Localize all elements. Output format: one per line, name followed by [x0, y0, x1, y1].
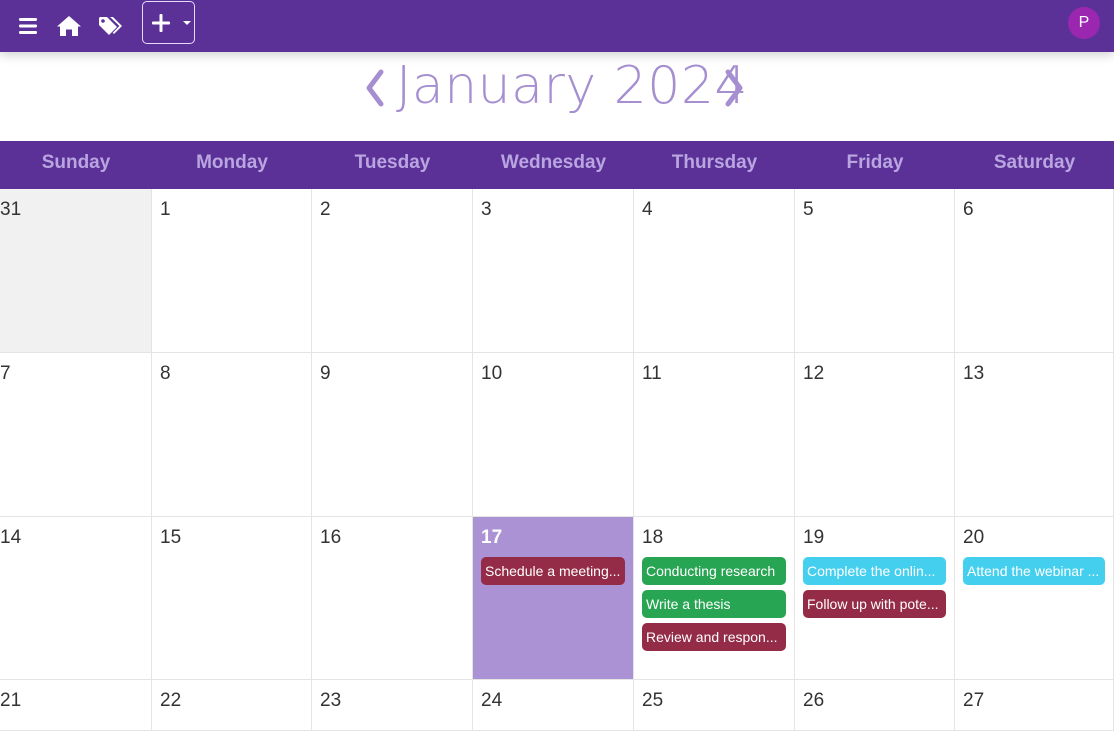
- day-cell[interactable]: 2: [312, 189, 473, 353]
- weekday-label: Sunday: [41, 152, 111, 173]
- day-cell[interactable]: 1: [152, 189, 312, 353]
- event-list: Attend the webinar ...: [963, 557, 1105, 590]
- day-number: 19: [803, 527, 825, 548]
- day-number: 2: [320, 199, 331, 220]
- day-number: 10: [481, 363, 503, 384]
- event-list: Schedule a meeting...: [481, 557, 625, 590]
- day-cell[interactable]: 10: [473, 353, 634, 517]
- day-number: 4: [642, 199, 653, 220]
- plus-icon: [151, 13, 171, 37]
- day-cell[interactable]: 22: [152, 680, 312, 731]
- day-number: 12: [803, 363, 825, 384]
- day-number: 14: [0, 527, 22, 548]
- weekday-label: Wednesday: [500, 152, 607, 173]
- day-cell[interactable]: 18 Conducting research Write a thesis Revie…: [634, 517, 795, 680]
- month-title: January 2024: [396, 56, 748, 116]
- day-number: 3: [481, 199, 492, 220]
- day-number: 13: [963, 363, 985, 384]
- calendar-grid: 31 1 2 3 4 5 6 7 8 9 10 11 12 13 14 15 16 17 Schedule a me…: [0, 189, 1114, 731]
- day-cell[interactable]: 20 Attend the webinar ...: [955, 517, 1114, 680]
- day-number: 17: [481, 527, 503, 548]
- day-number: 7: [0, 363, 11, 384]
- day-cell[interactable]: 8: [152, 353, 312, 517]
- day-number: 31: [0, 199, 22, 220]
- day-cell[interactable]: 15: [152, 517, 312, 680]
- day-cell[interactable]: 24: [473, 680, 634, 731]
- day-cell[interactable]: 27: [955, 680, 1114, 731]
- weekday-label: Friday: [846, 152, 904, 173]
- event-pill[interactable]: Schedule a meeting...: [481, 557, 625, 585]
- add-dropdown-button[interactable]: [142, 1, 195, 44]
- event-pill[interactable]: Complete the onlin...: [803, 557, 946, 585]
- event-list: Conducting research Write a thesis Review …: [642, 557, 786, 656]
- month-navigation: January 2024: [0, 52, 1114, 141]
- day-cell[interactable]: 5: [795, 189, 955, 353]
- day-number: 21: [0, 690, 22, 711]
- day-cell[interactable]: 16: [312, 517, 473, 680]
- day-cell[interactable]: 23: [312, 680, 473, 731]
- day-number: 23: [320, 690, 342, 711]
- weekday-label: Tuesday: [354, 152, 431, 173]
- weekday-header: Sunday Monday Tuesday Wednesday Thursday Frid…: [0, 141, 1114, 189]
- day-number: 25: [642, 690, 664, 711]
- day-cell[interactable]: 25: [634, 680, 795, 731]
- event-pill[interactable]: Attend the webinar ...: [963, 557, 1105, 585]
- day-cell[interactable]: 26: [795, 680, 955, 731]
- day-number: 5: [803, 199, 814, 220]
- day-number: 27: [963, 690, 985, 711]
- day-number: 1: [160, 199, 171, 220]
- day-cell[interactable]: 7: [0, 353, 152, 517]
- user-avatar[interactable]: P: [1068, 7, 1100, 39]
- event-pill[interactable]: Write a thesis: [642, 590, 786, 618]
- day-number: 6: [963, 199, 974, 220]
- day-number: 18: [642, 527, 664, 548]
- day-cell[interactable]: 9: [312, 353, 473, 517]
- chevron-left-icon[interactable]: [362, 68, 388, 108]
- day-number: 9: [320, 363, 331, 384]
- day-cell[interactable]: 3: [473, 189, 634, 353]
- hamburger-menu-icon[interactable]: [14, 12, 42, 40]
- day-cell[interactable]: 13: [955, 353, 1114, 517]
- day-number: 16: [320, 527, 342, 548]
- day-cell[interactable]: 11: [634, 353, 795, 517]
- event-pill[interactable]: Review and respon...: [642, 623, 786, 651]
- day-cell[interactable]: 21: [0, 680, 152, 731]
- home-icon[interactable]: [55, 12, 83, 40]
- day-number: 26: [803, 690, 825, 711]
- top-navbar: P: [0, 0, 1114, 52]
- day-number: 8: [160, 363, 171, 384]
- day-cell[interactable]: 14: [0, 517, 152, 680]
- day-cell[interactable]: 31: [0, 189, 152, 353]
- chevron-right-icon[interactable]: [721, 68, 747, 108]
- weekday-label: Thursday: [671, 152, 758, 173]
- day-number: 22: [160, 690, 182, 711]
- caret-down-icon: [183, 21, 191, 25]
- day-cell[interactable]: 19 Complete the onlin... Follow up with po…: [795, 517, 955, 680]
- day-cell[interactable]: 12: [795, 353, 955, 517]
- event-pill[interactable]: Follow up with pote...: [803, 590, 946, 618]
- day-number: 11: [642, 363, 662, 384]
- day-cell-today[interactable]: 17 Schedule a meeting...: [473, 517, 634, 680]
- day-number: 15: [160, 527, 182, 548]
- event-list: Complete the onlin... Follow up with pote…: [803, 557, 946, 623]
- weekday-label: Saturday: [993, 152, 1076, 173]
- event-pill[interactable]: Conducting research: [642, 557, 786, 585]
- tags-icon[interactable]: [97, 12, 125, 40]
- day-number: 20: [963, 527, 985, 548]
- day-cell[interactable]: 6: [955, 189, 1114, 353]
- day-number: 24: [481, 690, 503, 711]
- day-cell[interactable]: 4: [634, 189, 795, 353]
- weekday-label: Monday: [196, 152, 268, 173]
